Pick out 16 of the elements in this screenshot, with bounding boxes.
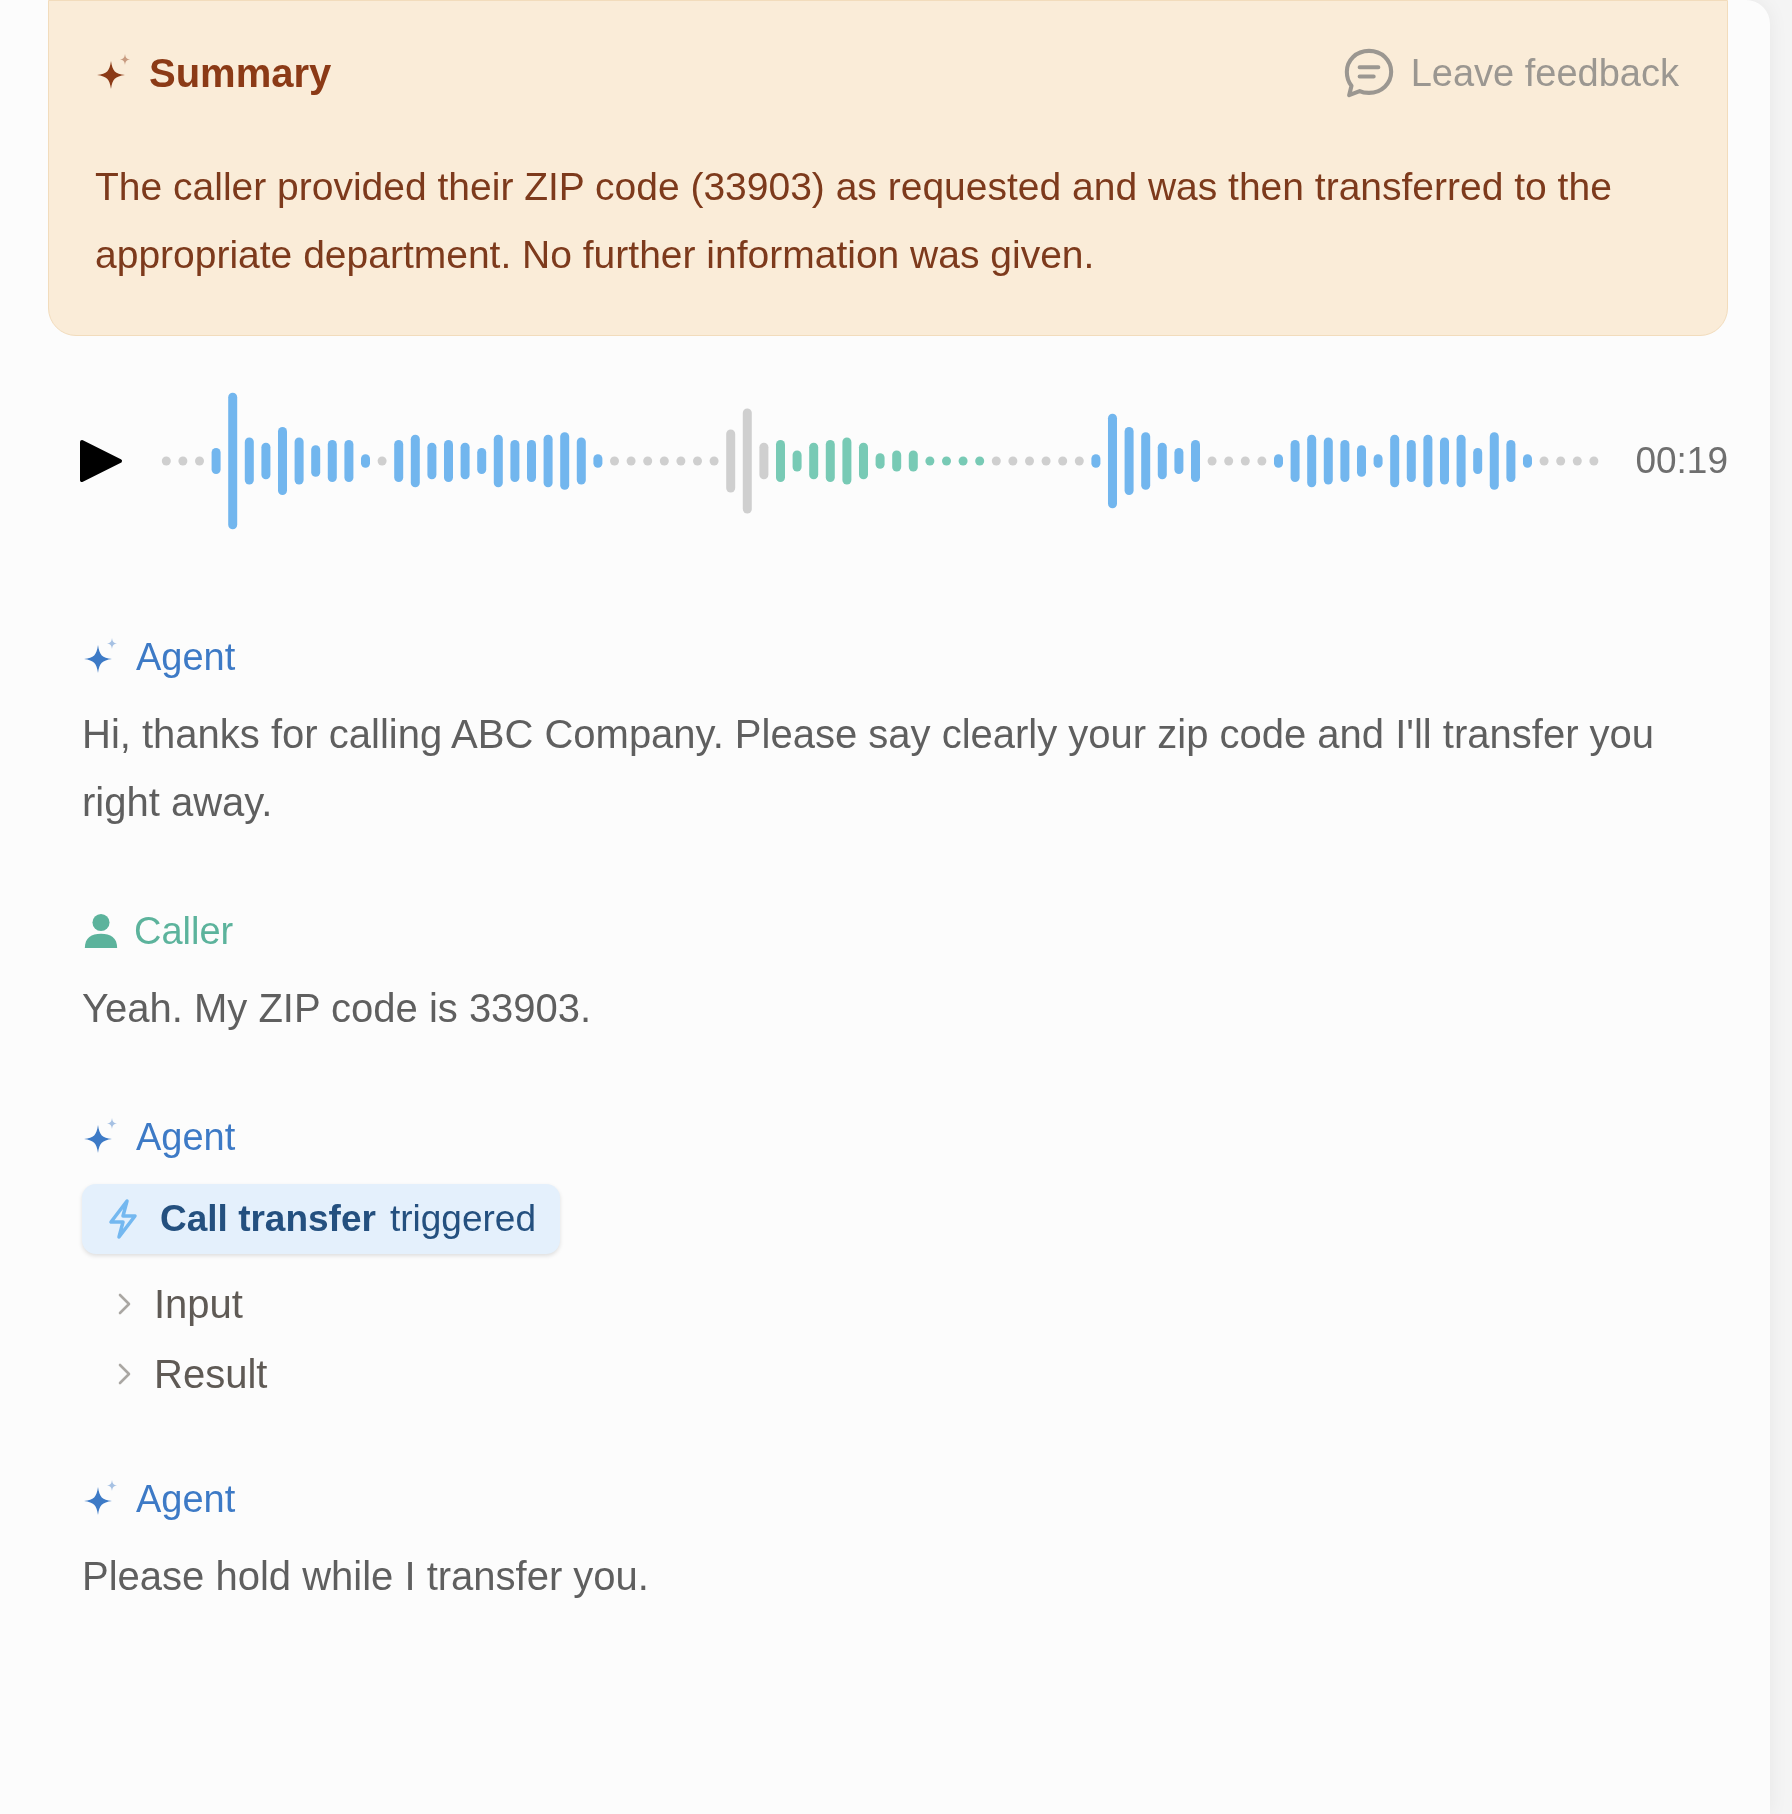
message-text: Hi, thanks for calling ABC Company. Please say clearly your zip code and I'll transfer you right away.: [82, 711, 1656, 826]
playback-time: 00:19: [1635, 439, 1728, 484]
lightning-icon: [106, 1199, 140, 1239]
agent-label: Agent: [136, 1476, 236, 1522]
agent-label: Agent: [136, 634, 236, 680]
tool-status: triggered: [389, 1197, 536, 1242]
message-text: Yeah. My ZIP code is 33903.: [82, 985, 593, 1032]
summary-text: The caller provided their ZIP code (33903) as requested and was then transferred to the appropriate department. No further information was given.: [95, 164, 1613, 278]
disclosure-toggle[interactable]: Input: [82, 1274, 1710, 1334]
message-text: Please hold while I transfer you.: [82, 1553, 650, 1600]
disclosure-toggle[interactable]: Result: [82, 1344, 1710, 1404]
tool-name: Call transfer: [160, 1197, 376, 1242]
summary-title: Summary: [149, 50, 332, 97]
person-icon: [82, 911, 120, 951]
agent-label: Agent: [136, 1114, 236, 1160]
caller-label: Caller: [134, 908, 234, 954]
